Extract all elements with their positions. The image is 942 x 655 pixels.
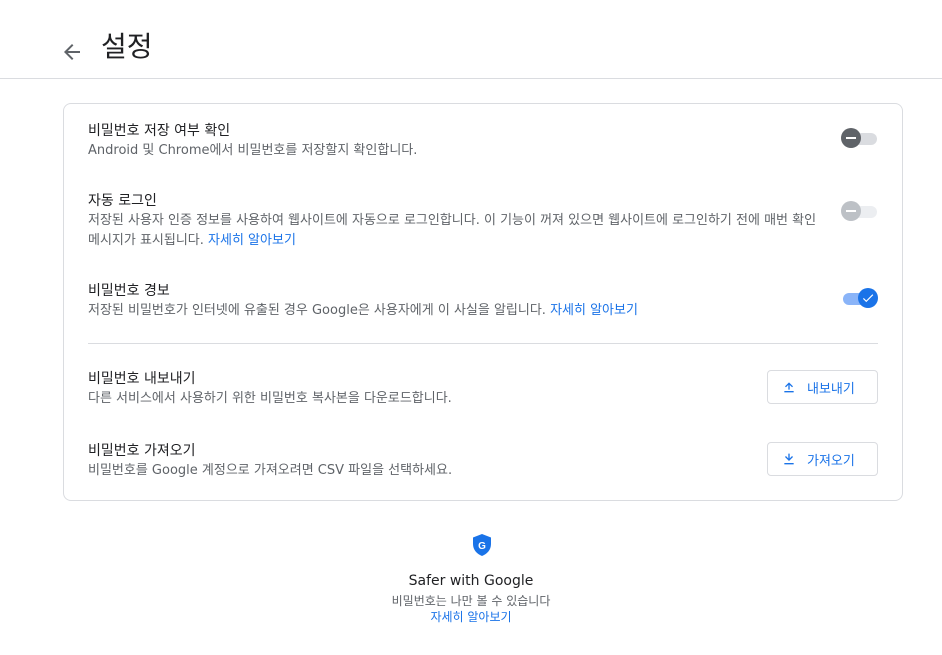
- offer-to-save-setting: 비밀번호 저장 여부 확인 Android 및 Chrome에서 비밀번호를 저…: [88, 121, 878, 161]
- import-button-label: 가져오기: [807, 453, 855, 469]
- password-alerts-learn-more-link[interactable]: 자세히 알아보기: [550, 303, 638, 318]
- footer-title: Safer with Google: [408, 573, 534, 589]
- import-passwords-setting: 비밀번호 가져오기 비밀번호를 Google 계정으로 가져오려면 CSV 파일…: [88, 441, 878, 481]
- auto-signin-toggle[interactable]: [841, 199, 879, 223]
- import-description: 비밀번호를 Google 계정으로 가져오려면 CSV 파일을 선택하세요.: [88, 463, 453, 478]
- password-alerts-setting: 비밀번호 경보 저장된 비밀번호가 인터넷에 유출된 경우 Google은 사용…: [88, 281, 878, 321]
- download-icon: [784, 453, 794, 465]
- export-passwords-setting: 비밀번호 내보내기 다른 서비스에서 사용하기 위한 비밀번호 복사본을 다운로…: [88, 369, 878, 409]
- auto-signin-learn-more-link[interactable]: 자세히 알아보기: [208, 233, 296, 248]
- section-divider: [88, 343, 878, 344]
- footer-learn-more: 자세히 알아보기: [0, 608, 942, 626]
- page-title: 설정: [101, 30, 153, 63]
- auto-signin-title: 자동 로그인: [88, 193, 157, 209]
- password-alerts-title: 비밀번호 경보: [88, 283, 170, 299]
- page-header: 설정: [0, 0, 942, 79]
- offer-to-save-title: 비밀번호 저장 여부 확인: [88, 123, 231, 139]
- offer-to-save-toggle[interactable]: [841, 126, 879, 150]
- offer-to-save-description: Android 및 Chrome에서 비밀번호를 저장할지 확인합니다.: [88, 143, 418, 158]
- google-shield-icon: G: [473, 534, 491, 556]
- footer-learn-more-link[interactable]: 자세히 알아보기: [430, 610, 511, 624]
- auto-signin-setting: 자동 로그인 저장된 사용자 인증 정보를 사용하여 웹사이트에 자동으로 로그…: [88, 191, 878, 251]
- password-alerts-toggle[interactable]: [841, 286, 879, 310]
- svg-text:G: G: [478, 541, 486, 552]
- toggle-knob: [841, 201, 861, 221]
- export-description: 다른 서비스에서 사용하기 위한 비밀번호 복사본을 다운로드합니다.: [88, 391, 452, 406]
- password-alerts-description: 저장된 비밀번호가 인터넷에 유출된 경우 Google은 사용자에게 이 사실…: [88, 303, 638, 318]
- import-title: 비밀번호 가져오기: [88, 443, 196, 459]
- check-icon: [862, 294, 874, 303]
- toggle-knob: [858, 288, 878, 308]
- password-settings-card: 비밀번호 저장 여부 확인 Android 및 Chrome에서 비밀번호를 저…: [63, 103, 903, 501]
- upload-icon: [784, 382, 794, 393]
- arrow-back-icon: [64, 44, 80, 60]
- export-title: 비밀번호 내보내기: [88, 371, 196, 387]
- import-button[interactable]: 가져오기: [767, 442, 878, 476]
- auto-signin-description: 저장된 사용자 인증 정보를 사용하여 웹사이트에 자동으로 로그인합니다. 이…: [88, 213, 817, 248]
- export-button[interactable]: 내보내기: [767, 370, 878, 404]
- export-button-label: 내보내기: [807, 381, 855, 397]
- toggle-knob: [841, 128, 861, 148]
- back-button[interactable]: [60, 40, 84, 64]
